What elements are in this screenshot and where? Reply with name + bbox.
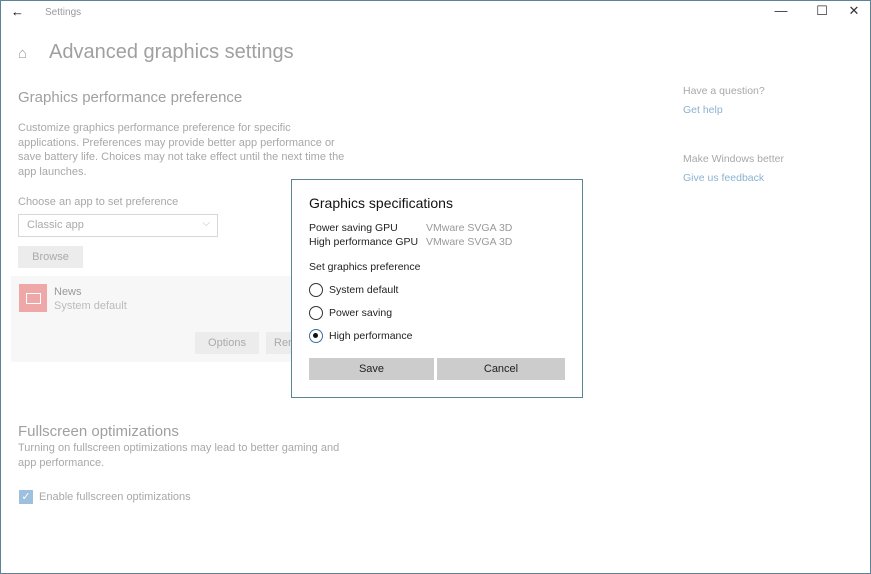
fullscreen-checkbox-label[interactable]: Enable fullscreen optimizations <box>39 490 369 505</box>
graphics-pref-description: Customize graphics performance preferenc… <box>18 122 345 178</box>
make-windows-better-heading: Make Windows better <box>683 153 784 165</box>
minimize-icon[interactable]: — <box>766 3 796 21</box>
page-title: Advanced graphics settings <box>49 41 294 63</box>
get-help-link[interactable]: Get help <box>683 104 723 116</box>
remove-button[interactable]: Remove <box>266 332 291 354</box>
high-perf-gpu-label: High performance GPU <box>309 236 419 248</box>
radio-label-system-default[interactable]: System default <box>329 284 398 296</box>
radio-label-power-saving[interactable]: Power saving <box>329 307 392 319</box>
window-title: Settings <box>45 7 82 18</box>
fullscreen-description: Turning on fullscreen optimizations may … <box>18 442 340 469</box>
close-icon[interactable]: ✕ <box>839 3 869 21</box>
title-bar: ← Settings — ☐ ✕ <box>1 1 870 25</box>
settings-window: ← Settings — ☐ ✕ ⌂ Advanced graphics set… <box>0 0 871 574</box>
dropdown-value: Classic app <box>27 219 84 231</box>
radio-high-performance[interactable] <box>309 329 323 343</box>
cancel-button[interactable]: Cancel <box>437 358 565 380</box>
home-icon[interactable]: ⌂ <box>18 45 27 62</box>
browse-button[interactable]: Browse <box>18 246 83 268</box>
radio-power-saving[interactable] <box>309 306 323 320</box>
chevron-down-icon: ⌵ <box>202 218 210 229</box>
maximize-icon[interactable]: ☐ <box>807 3 837 21</box>
question-heading: Have a question? <box>683 85 765 97</box>
graphics-specs-dialog: Graphics specifications Power saving GPU… <box>291 179 583 398</box>
app-type-dropdown[interactable]: Classic app ⌵ <box>18 214 218 237</box>
set-pref-label: Set graphics preference <box>309 261 421 273</box>
fullscreen-checkbox[interactable]: ✓ <box>19 490 33 504</box>
dialog-title: Graphics specifications <box>309 195 453 211</box>
news-app-icon <box>19 284 47 312</box>
power-saving-gpu-value: VMware SVGA 3D <box>426 222 513 234</box>
save-button[interactable]: Save <box>309 358 434 380</box>
radio-system-default[interactable] <box>309 283 323 297</box>
feedback-link[interactable]: Give us feedback <box>683 172 764 184</box>
high-perf-gpu-value: VMware SVGA 3D <box>426 236 513 248</box>
options-button[interactable]: Options <box>195 332 259 354</box>
back-arrow-icon[interactable]: ← <box>11 4 24 19</box>
graphics-pref-heading: Graphics performance preference <box>18 89 243 106</box>
radio-label-high-performance[interactable]: High performance <box>329 330 412 342</box>
power-saving-gpu-label: Power saving GPU <box>309 222 398 234</box>
fullscreen-heading: Fullscreen optimizations <box>18 423 179 440</box>
